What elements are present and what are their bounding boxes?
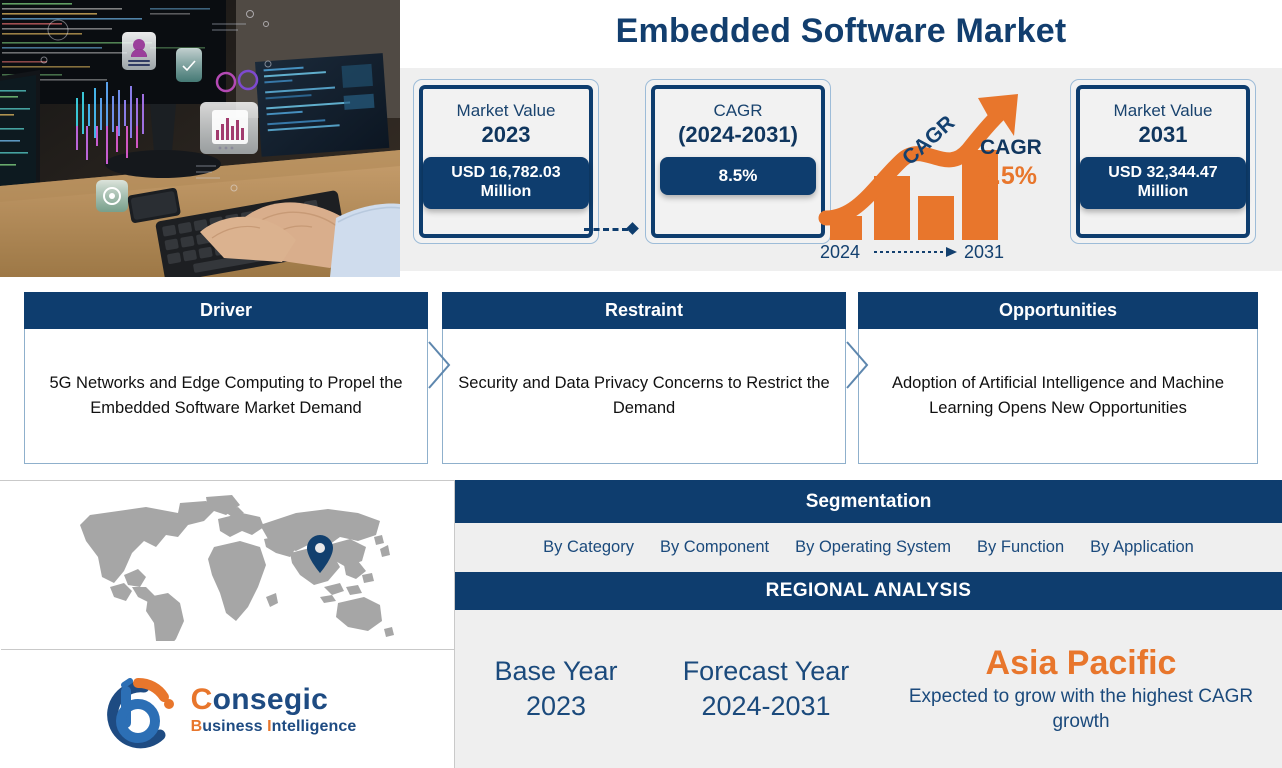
panel-title: Restraint — [442, 292, 846, 329]
segmentation-items: By Category By Component By Operating Sy… — [455, 523, 1282, 572]
base-year-value: 2023 — [525, 691, 587, 721]
driver-panel: Driver 5G Networks and Edge Computing to… — [24, 292, 428, 464]
logo-tagline-ntelligence: ntelligence — [271, 717, 357, 735]
chevron-right-icon-2 — [846, 341, 869, 389]
card-label: Market Value — [456, 101, 556, 120]
segmentation-panel: Segmentation By Category By Component By… — [455, 480, 1282, 768]
opportunities-panel: Opportunities Adoption of Artificial Int… — [858, 292, 1258, 464]
world-map — [1, 482, 454, 650]
dashed-line — [584, 228, 628, 231]
highlight-region-block: Asia Pacific Expected to grow with the h… — [881, 644, 1281, 734]
segmentation-item: By Function — [977, 538, 1065, 556]
panel-text: Security and Data Privacy Concerns to Re… — [442, 329, 846, 464]
card-year: 2023 — [481, 121, 531, 147]
page-title: Embedded Software Market — [615, 12, 1067, 50]
bottom-row: Consegic Business Intelligence Segmentat… — [0, 480, 1282, 768]
cagr-end-year: 2031 — [964, 242, 1004, 262]
card-value-pill: USD 16,782.03 Million — [423, 156, 589, 209]
card-value-pill: 8.5% — [660, 156, 816, 195]
logo-name: Consegic — [190, 682, 357, 716]
market-value-2023-card: Market Value 2023 USD 16,782.03 Million — [413, 79, 599, 244]
base-year-block: Base Year 2023 — [461, 654, 651, 723]
hero-photo — [0, 0, 400, 277]
map-panel: Consegic Business Intelligence — [0, 480, 455, 768]
diamond-marker-icon — [626, 222, 639, 235]
company-logo: Consegic Business Intelligence — [0, 651, 454, 768]
card-year: (2024-2031) — [678, 121, 798, 147]
consegic-logo-mark-icon — [106, 677, 174, 748]
panel-title: Opportunities — [858, 292, 1258, 329]
card-year: 2031 — [1138, 121, 1188, 147]
segmentation-item: By Operating System — [795, 538, 952, 556]
card-value-pill: USD 32,344.47 Million — [1080, 156, 1246, 209]
logo-tagline-b: B — [190, 717, 203, 735]
cagr-graphic-label: CAGR — [980, 136, 1042, 159]
logo-name-initial: C — [190, 682, 213, 716]
logo-tagline: Business Intelligence — [190, 717, 357, 735]
regional-analysis-body: Base Year 2023 Forecast Year 2024-2031 A… — [455, 610, 1282, 768]
kpi-strip: Market Value 2023 USD 16,782.03 Million … — [400, 68, 1282, 271]
segmentation-item: By Category — [543, 538, 634, 556]
panel-title: Driver — [24, 292, 428, 329]
card-label: CAGR — [713, 101, 763, 120]
segmentation-item: By Application — [1090, 538, 1194, 556]
kpi-band: Embedded Software Market Market Value 20… — [400, 0, 1282, 277]
base-year-label: Base Year — [494, 656, 618, 687]
forecast-year-label: Forecast Year — [682, 656, 850, 687]
logo-name-rest: onsegic — [212, 682, 329, 716]
card-label: Market Value — [1113, 101, 1213, 120]
forecast-year-block: Forecast Year 2024-2031 — [651, 654, 881, 723]
panel-text: 5G Networks and Edge Computing to Propel… — [24, 329, 428, 464]
cagr-start-year: 2024 — [820, 242, 860, 262]
cagr-card: CAGR (2024-2031) 8.5% — [645, 79, 831, 244]
forecast-year-value: 2024-2031 — [701, 691, 831, 721]
drivers-row: Driver 5G Networks and Edge Computing to… — [0, 277, 1282, 480]
logo-tagline-usiness: usiness — [202, 717, 268, 735]
highlight-region-note: Expected to grow with the highest CAGR g… — [908, 685, 1254, 732]
highlight-region: Asia Pacific — [985, 643, 1177, 682]
segmentation-title: Segmentation — [455, 480, 1282, 523]
segmentation-item: By Component — [659, 538, 770, 556]
panel-text: Adoption of Artificial Intelligence and … — [858, 329, 1258, 464]
restraint-panel: Restraint Security and Data Privacy Conc… — [442, 292, 846, 464]
cagr-graphic-value: 8.5% — [980, 162, 1037, 190]
top-row: Embedded Software Market Market Value 20… — [0, 0, 1282, 277]
chevron-right-icon-1 — [428, 341, 451, 389]
market-value-2031-card: Market Value 2031 USD 32,344.47 Million — [1070, 79, 1256, 244]
connector-1 — [584, 222, 646, 235]
regional-analysis-title: REGIONAL ANALYSIS — [455, 572, 1282, 610]
infographic-page: Embedded Software Market Market Value 20… — [0, 0, 1282, 768]
